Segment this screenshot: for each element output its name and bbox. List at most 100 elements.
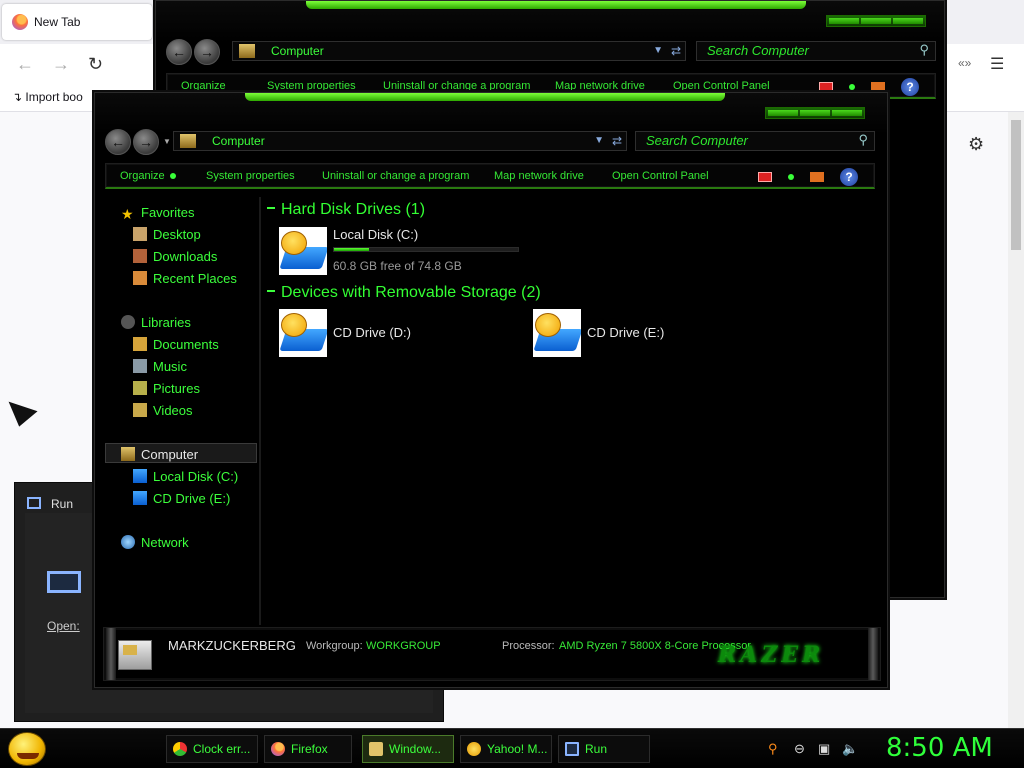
search-icon[interactable]: ⚲: [919, 41, 929, 59]
nav-favorites[interactable]: ★ Favorites: [121, 205, 194, 221]
refresh-icon[interactable]: ⇄: [612, 132, 622, 150]
taskbar-label: Window...: [389, 742, 442, 756]
local-disk-name[interactable]: Local Disk (C:): [333, 227, 418, 242]
map-drive-button[interactable]: Map network drive: [494, 170, 584, 182]
organize-dropdown-icon[interactable]: [170, 173, 176, 179]
organize-button[interactable]: Organize: [120, 170, 165, 182]
clock[interactable]: 8:50 AM: [886, 733, 993, 763]
back-arrow-icon[interactable]: ←: [16, 54, 34, 75]
system-properties-button[interactable]: System properties: [206, 170, 295, 182]
organize-button[interactable]: Organize: [181, 80, 226, 92]
search-input[interactable]: Search Computer ⚲: [635, 131, 875, 151]
back-button[interactable]: ←: [166, 39, 192, 65]
nav-downloads[interactable]: Downloads: [133, 249, 217, 264]
group-removable-storage[interactable]: Devices with Removable Storage (2): [267, 284, 541, 302]
command-bar: Organize System properties Uninstall or …: [105, 163, 875, 189]
nav-pictures-label: Pictures: [153, 381, 200, 396]
extensions-icon[interactable]: «»: [958, 56, 971, 70]
cd-drive-d-name[interactable]: CD Drive (D:): [333, 325, 411, 340]
nav-recent-places[interactable]: Recent Places: [133, 271, 237, 286]
cd-drive-e-name[interactable]: CD Drive (E:): [587, 325, 664, 340]
hamburger-menu-icon[interactable]: ☰: [990, 54, 1004, 74]
nav-desktop[interactable]: Desktop: [133, 227, 201, 242]
run-icon: [565, 742, 579, 756]
map-drive-button[interactable]: Map network drive: [555, 80, 645, 92]
view-icon[interactable]: [758, 172, 772, 182]
nav-documents-label: Documents: [153, 337, 219, 352]
recent-pages-chevron-icon[interactable]: ▼: [163, 137, 171, 146]
preview-pane-icon[interactable]: [871, 82, 885, 92]
minus-circle-icon[interactable]: ⊖: [794, 741, 805, 757]
nav-libraries[interactable]: Libraries: [121, 315, 191, 330]
close-button[interactable]: [832, 110, 862, 116]
nav-music[interactable]: Music: [133, 359, 187, 374]
nav-local-disk[interactable]: Local Disk (C:): [133, 469, 238, 484]
control-panel-button[interactable]: Open Control Panel: [673, 80, 770, 92]
minimize-button[interactable]: [768, 110, 798, 116]
title-glow: [245, 93, 725, 101]
forward-button[interactable]: →: [194, 39, 220, 65]
firefox-scrollbar[interactable]: [1008, 112, 1024, 732]
refresh-icon[interactable]: ⇄: [671, 42, 681, 60]
taskbar-item-chrome[interactable]: Clock err...: [166, 735, 258, 763]
search-input[interactable]: Search Computer ⚲: [696, 41, 936, 61]
taskbar-item-firefox[interactable]: Firefox: [264, 735, 352, 763]
nav-music-label: Music: [153, 359, 187, 374]
taskbar-item-yahoo[interactable]: Yahoo! M...: [460, 735, 552, 763]
search-icon[interactable]: ⚲: [858, 131, 868, 149]
local-disk-free-space: 60.8 GB free of 74.8 GB: [333, 259, 462, 273]
network-tray-icon[interactable]: ▣: [818, 741, 830, 757]
scrollbar-thumb[interactable]: [1011, 120, 1021, 250]
chevron-down-icon[interactable]: ▼: [594, 132, 604, 150]
system-properties-button[interactable]: System properties: [267, 80, 356, 92]
search-tray-icon[interactable]: ⚲: [768, 741, 778, 757]
nav-recent-label: Recent Places: [153, 271, 237, 286]
window-controls[interactable]: [826, 15, 926, 27]
nav-network[interactable]: Network: [121, 535, 189, 550]
address-bar[interactable]: Computer ▼ ⇄: [173, 131, 627, 151]
nav-favorites-label: Favorites: [141, 205, 195, 220]
cd-drive-e-icon[interactable]: [533, 309, 581, 357]
gear-icon[interactable]: ⚙: [968, 134, 984, 155]
preview-pane-icon[interactable]: [810, 172, 824, 182]
downloads-icon: [133, 249, 147, 263]
nav-local-disk-label: Local Disk (C:): [153, 469, 239, 484]
nav-computer[interactable]: Computer: [121, 447, 198, 462]
taskbar-label: Clock err...: [193, 742, 251, 756]
run-icon: [27, 497, 41, 509]
group-hard-disk-drives[interactable]: Hard Disk Drives (1): [267, 201, 425, 219]
chevron-down-icon[interactable]: ▼: [653, 42, 663, 60]
uninstall-button[interactable]: Uninstall or change a program: [383, 80, 530, 92]
view-options-icon[interactable]: [788, 174, 794, 180]
nav-cd-drive[interactable]: CD Drive (E:): [133, 491, 230, 506]
volume-icon[interactable]: 🔈: [842, 741, 858, 757]
import-bookmarks-button[interactable]: ↴ Import boo: [12, 90, 83, 104]
nav-videos[interactable]: Videos: [133, 403, 193, 418]
view-options-icon[interactable]: [849, 84, 855, 90]
taskbar-item-explorer[interactable]: Window...: [362, 735, 454, 763]
nav-documents[interactable]: Documents: [133, 337, 219, 352]
uninstall-button[interactable]: Uninstall or change a program: [322, 170, 469, 182]
help-icon[interactable]: ?: [901, 78, 919, 96]
forward-arrow-icon[interactable]: →: [52, 54, 70, 75]
control-panel-button[interactable]: Open Control Panel: [612, 170, 709, 182]
details-pane: MARKZUCKERBERG Workgroup: WORKGROUP Proc…: [103, 627, 881, 681]
cd-drive-d-icon[interactable]: [279, 309, 327, 357]
help-icon[interactable]: ?: [840, 168, 858, 186]
taskbar-item-run[interactable]: Run: [558, 735, 650, 763]
open-label: Open:: [47, 619, 80, 633]
window-controls[interactable]: [765, 107, 865, 119]
address-text: Computer: [212, 134, 265, 148]
reload-icon[interactable]: ↻: [88, 54, 103, 75]
firefox-tab-new-tab[interactable]: New Tab: [2, 4, 152, 40]
address-bar[interactable]: Computer ▼ ⇄: [232, 41, 686, 61]
details-right-edge: [868, 628, 878, 680]
view-icon[interactable]: [819, 82, 833, 92]
start-button[interactable]: [8, 732, 46, 766]
forward-button[interactable]: →: [133, 129, 159, 155]
maximize-button[interactable]: [800, 110, 830, 116]
usage-fill: [334, 248, 369, 251]
back-button[interactable]: ←: [105, 129, 131, 155]
local-disk-icon[interactable]: [279, 227, 327, 275]
nav-pictures[interactable]: Pictures: [133, 381, 200, 396]
